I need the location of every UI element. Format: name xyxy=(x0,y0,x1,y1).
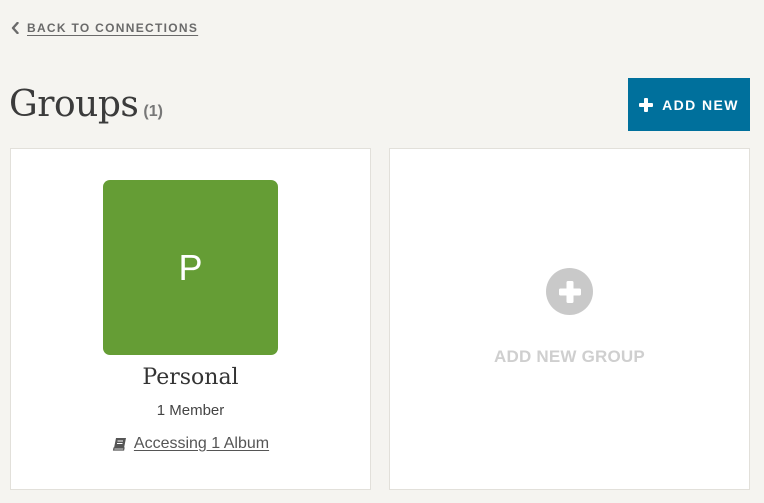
group-name: Personal xyxy=(142,365,239,390)
book-icon xyxy=(112,438,126,451)
plus-circle-icon xyxy=(546,268,593,315)
chevron-left-icon xyxy=(11,22,19,34)
page-title: Groups (1) xyxy=(9,84,163,125)
add-new-group-card[interactable]: ADD NEW GROUP xyxy=(389,148,750,490)
plus-icon xyxy=(639,97,654,112)
group-avatar[interactable]: P xyxy=(103,180,278,355)
group-albums-label: Accessing 1 Album xyxy=(133,435,270,452)
group-albums-link[interactable]: Accessing 1 Album xyxy=(11,435,370,453)
back-to-connections-link[interactable]: BACK TO CONNECTIONS xyxy=(11,21,198,35)
add-new-button-label: ADD NEW xyxy=(662,96,739,113)
add-new-group-label: ADD NEW GROUP xyxy=(494,347,645,366)
back-link-label: BACK TO CONNECTIONS xyxy=(27,21,199,35)
add-new-button[interactable]: ADD NEW xyxy=(628,78,750,131)
group-card-personal: P Personal 1 Member Accessing 1 Album xyxy=(10,148,371,490)
page-title-text: Groups xyxy=(9,84,139,125)
group-count: (1) xyxy=(143,103,163,120)
group-member-count: 1 Member xyxy=(156,402,225,419)
